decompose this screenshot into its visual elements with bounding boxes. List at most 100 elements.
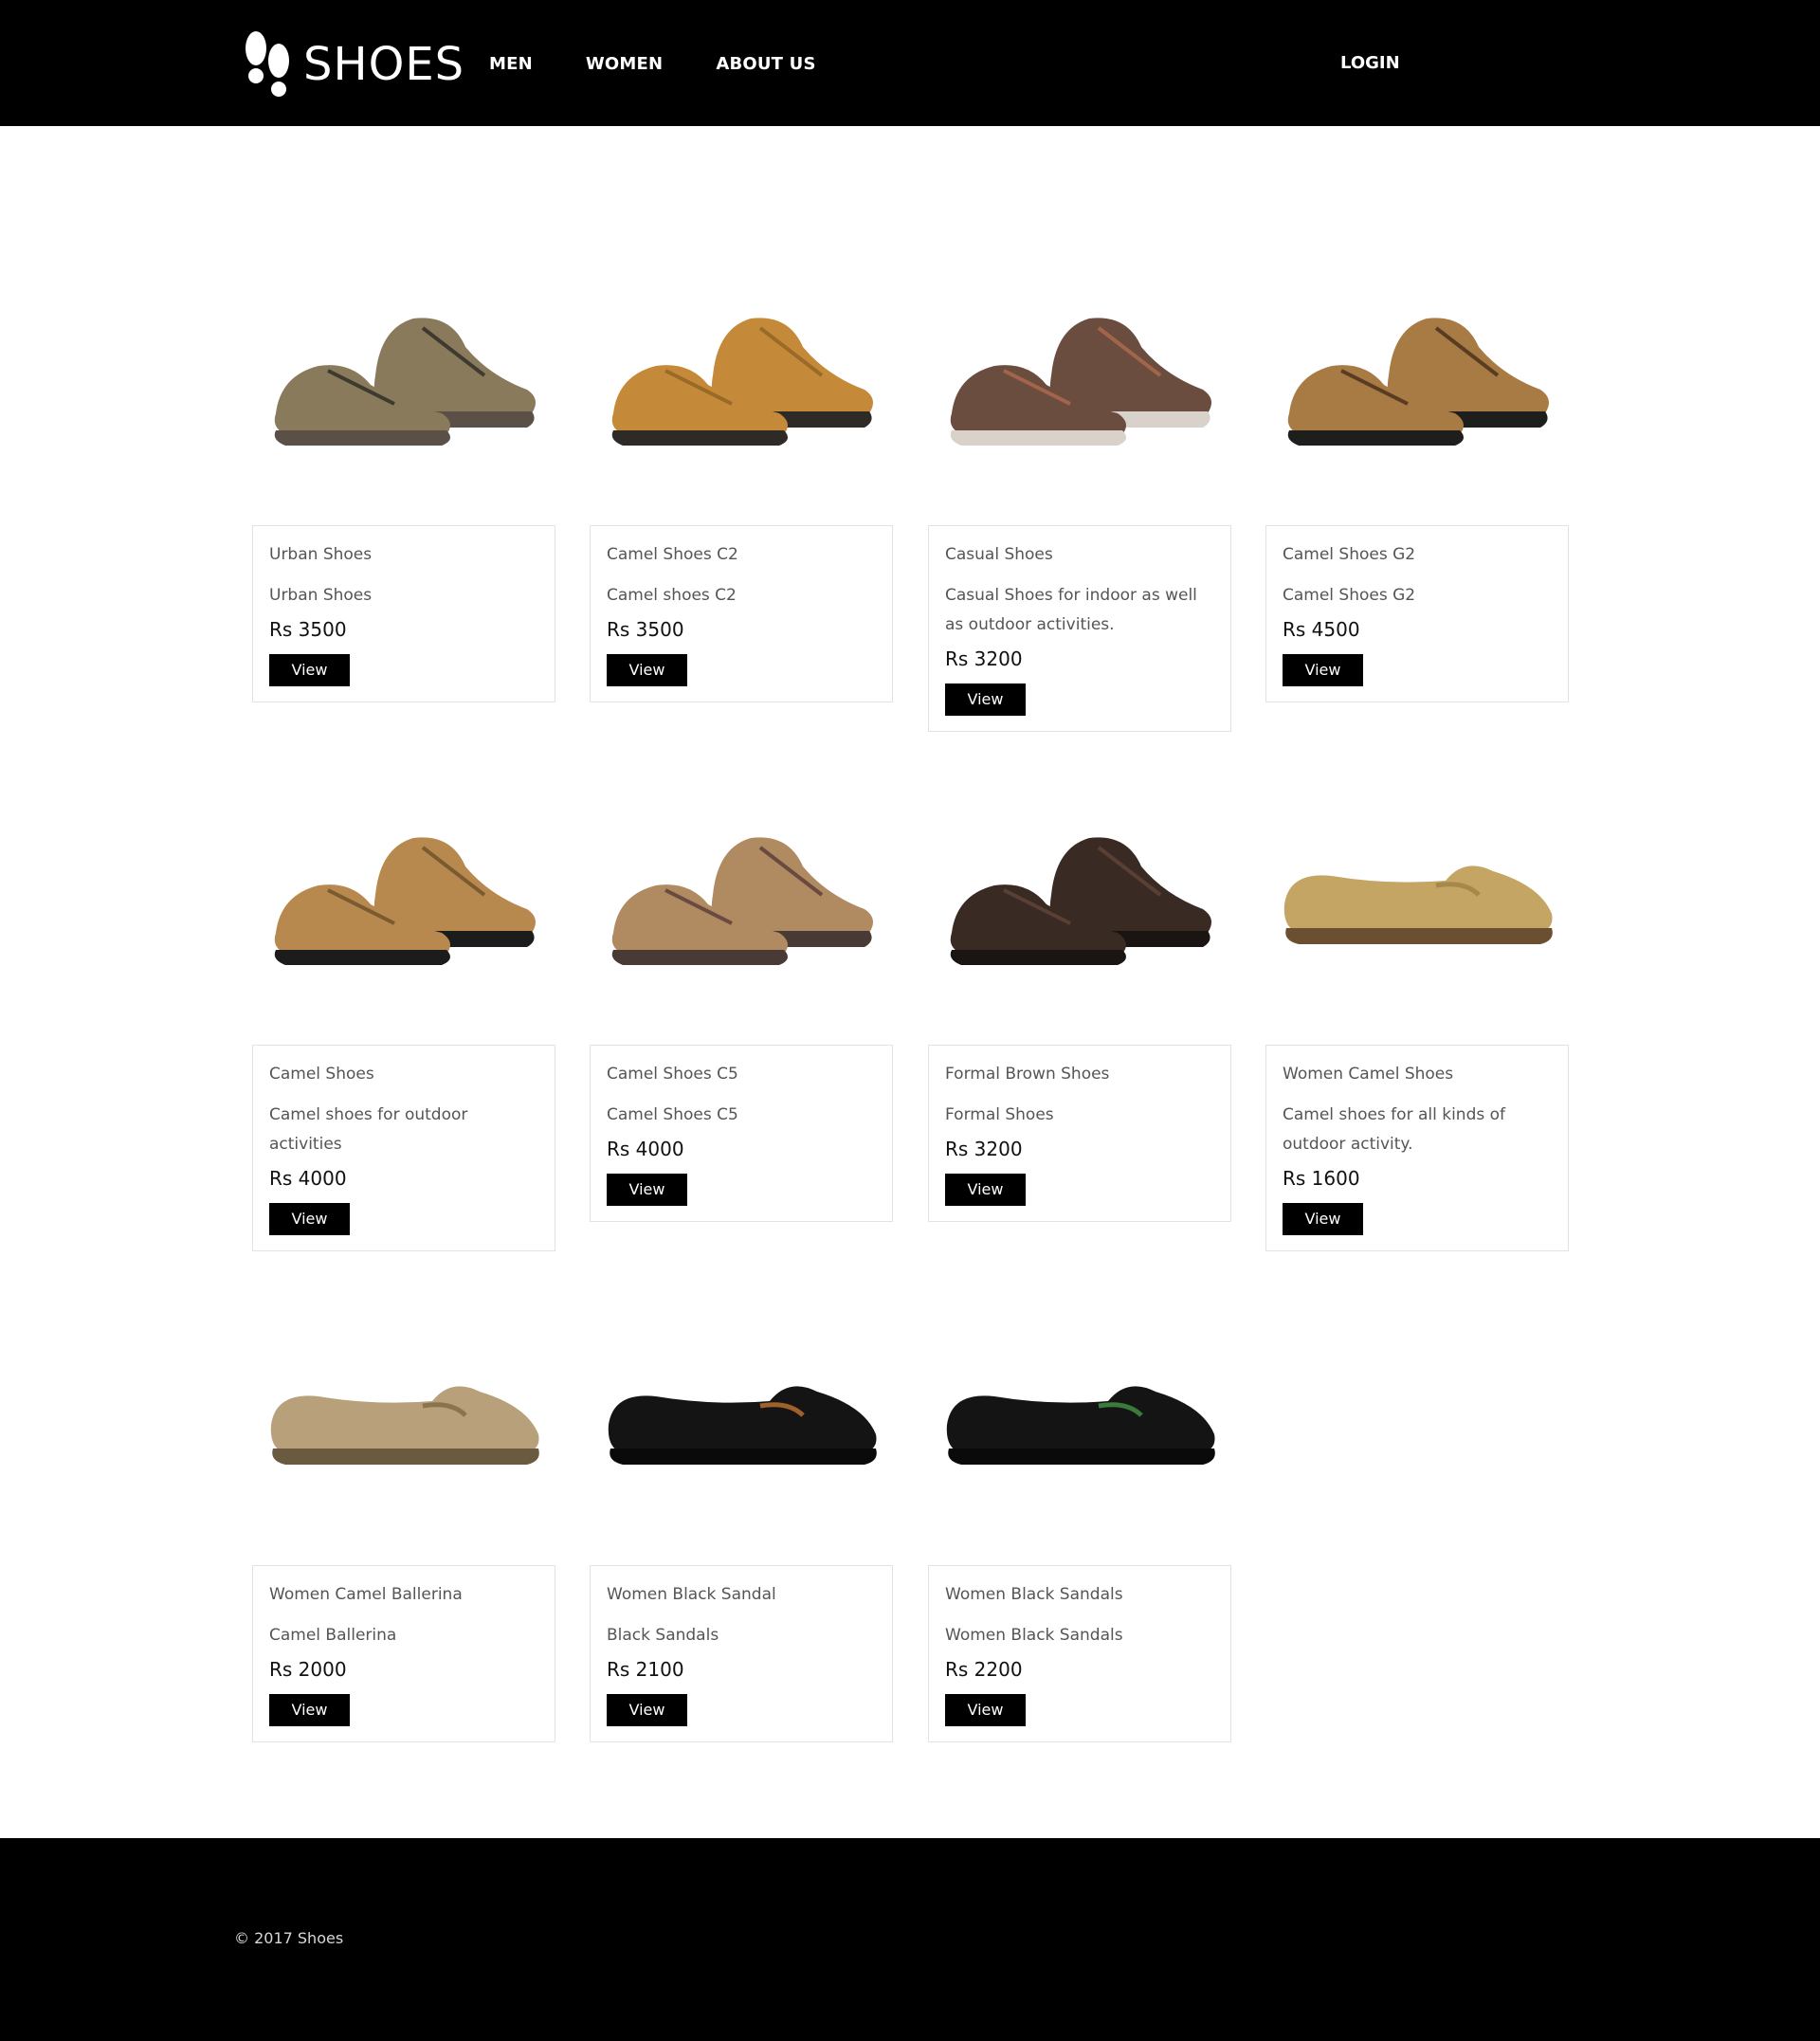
product-description: Camel shoes for all kinds of outdoor act… bbox=[1283, 1105, 1506, 1154]
main-nav: MEN WOMEN ABOUT US bbox=[489, 54, 869, 74]
view-button[interactable]: View bbox=[945, 1694, 1026, 1726]
product-title: Women Black Sandal bbox=[607, 1585, 776, 1604]
product-description: Camel shoes C2 bbox=[607, 586, 737, 605]
shoe-illustration bbox=[1283, 866, 1553, 944]
camel-shoes-image[interactable] bbox=[252, 734, 555, 1037]
view-button[interactable]: View bbox=[607, 1694, 687, 1726]
product-card: Camel Shoes G2 Camel Shoes G2 Rs 4500 Vi… bbox=[1265, 214, 1569, 702]
view-button[interactable]: View bbox=[607, 654, 687, 686]
shoe-illustration bbox=[274, 837, 536, 965]
product-title: Camel Shoes G2 bbox=[1283, 545, 1416, 564]
camel-shoes-g2-image[interactable] bbox=[1265, 214, 1569, 518]
product-price: Rs 4000 bbox=[607, 1138, 684, 1160]
shoe-illustration bbox=[950, 318, 1211, 446]
urban-shoes-image[interactable] bbox=[252, 214, 555, 518]
product-info: Urban Shoes Urban Shoes Rs 3500 View bbox=[252, 525, 555, 702]
product-title: Camel Shoes C5 bbox=[607, 1065, 738, 1084]
site-header: SHOES MEN WOMEN ABOUT US LOGIN bbox=[0, 0, 1820, 126]
product-title: Women Black Sandals bbox=[945, 1585, 1123, 1604]
product-card: Women Black Sandals Women Black Sandals … bbox=[928, 1254, 1231, 1742]
product-info: Formal Brown Shoes Formal Shoes Rs 3200 … bbox=[928, 1045, 1231, 1222]
product-card: Women Camel Ballerina Camel Ballerina Rs… bbox=[252, 1254, 555, 1742]
product-price: Rs 3500 bbox=[607, 618, 684, 641]
product-description: Camel Shoes C5 bbox=[607, 1105, 738, 1124]
product-title: Women Camel Ballerina bbox=[269, 1585, 463, 1604]
product-card: Camel Shoes C5 Camel Shoes C5 Rs 4000 Vi… bbox=[590, 734, 893, 1222]
shoe-illustration bbox=[611, 837, 873, 965]
product-description: Formal Shoes bbox=[945, 1105, 1054, 1124]
product-info: Camel Shoes Camel shoes for outdoor acti… bbox=[252, 1045, 555, 1251]
product-title: Camel Shoes bbox=[269, 1065, 374, 1084]
product-card: Camel Shoes Camel shoes for outdoor acti… bbox=[252, 734, 555, 1251]
view-button[interactable]: View bbox=[1283, 654, 1363, 686]
page: SHOES MEN WOMEN ABOUT US LOGIN Urban Sho… bbox=[0, 0, 1820, 2041]
product-info: Women Camel Shoes Camel shoes for all ki… bbox=[1265, 1045, 1569, 1251]
women-camel-ballerina-image[interactable] bbox=[252, 1254, 555, 1558]
shoe-illustration bbox=[1287, 318, 1549, 446]
product-card: Camel Shoes C2 Camel shoes C2 Rs 3500 Vi… bbox=[590, 214, 893, 702]
product-price: Rs 2100 bbox=[607, 1658, 684, 1681]
product-card: Casual Shoes Casual Shoes for indoor as … bbox=[928, 214, 1231, 732]
camel-shoes-c5-image[interactable] bbox=[590, 734, 893, 1037]
view-button[interactable]: View bbox=[269, 1694, 350, 1726]
shoe-illustration bbox=[950, 837, 1211, 965]
product-title: Formal Brown Shoes bbox=[945, 1065, 1110, 1084]
view-button[interactable]: View bbox=[607, 1174, 687, 1206]
site-footer: © 2017 Shoes bbox=[0, 1838, 1820, 2041]
product-title: Camel Shoes C2 bbox=[607, 545, 738, 564]
nav-item-women[interactable]: WOMEN bbox=[586, 54, 663, 74]
product-price: Rs 3200 bbox=[945, 647, 1023, 670]
product-price: Rs 3500 bbox=[269, 618, 347, 641]
shoe-illustration bbox=[611, 318, 873, 446]
nav-item-men[interactable]: MEN bbox=[489, 54, 533, 74]
product-description: Camel shoes for outdoor activities bbox=[269, 1105, 468, 1154]
product-info: Camel Shoes C2 Camel shoes C2 Rs 3500 Vi… bbox=[590, 525, 893, 702]
logo-text: SHOES bbox=[303, 38, 465, 91]
women-black-sandals-image[interactable] bbox=[928, 1254, 1231, 1558]
view-button[interactable]: View bbox=[269, 654, 350, 686]
product-card: Women Camel Shoes Camel shoes for all ki… bbox=[1265, 734, 1569, 1251]
view-button[interactable]: View bbox=[945, 683, 1026, 716]
product-card: Women Black Sandal Black Sandals Rs 2100… bbox=[590, 1254, 893, 1742]
women-black-sandal-image[interactable] bbox=[590, 1254, 893, 1558]
product-description: Urban Shoes bbox=[269, 586, 373, 605]
product-description: Camel Ballerina bbox=[269, 1626, 397, 1645]
camel-shoes-c2-image[interactable] bbox=[590, 214, 893, 518]
product-price: Rs 4500 bbox=[1283, 618, 1360, 641]
product-price: Rs 4000 bbox=[269, 1167, 347, 1190]
product-info: Casual Shoes Casual Shoes for indoor as … bbox=[928, 525, 1231, 732]
product-title: Casual Shoes bbox=[945, 545, 1053, 564]
product-info: Women Black Sandal Black Sandals Rs 2100… bbox=[590, 1565, 893, 1742]
product-price: Rs 2200 bbox=[945, 1658, 1023, 1681]
product-info: Camel Shoes C5 Camel Shoes C5 Rs 4000 Vi… bbox=[590, 1045, 893, 1222]
shoe-illustration bbox=[274, 318, 536, 446]
product-price: Rs 3200 bbox=[945, 1138, 1023, 1160]
product-card: Formal Brown Shoes Formal Shoes Rs 3200 … bbox=[928, 734, 1231, 1222]
product-title: Women Camel Shoes bbox=[1283, 1065, 1454, 1084]
product-description: Casual Shoes for indoor as well as outdo… bbox=[945, 586, 1197, 634]
product-price: Rs 1600 bbox=[1283, 1167, 1360, 1190]
product-description: Black Sandals bbox=[607, 1626, 719, 1645]
product-info: Women Camel Ballerina Camel Ballerina Rs… bbox=[252, 1565, 555, 1742]
copyright-text: © 2017 Shoes bbox=[234, 1929, 344, 1947]
view-button[interactable]: View bbox=[269, 1203, 350, 1235]
shoe-illustration bbox=[608, 1386, 877, 1465]
footprints-icon bbox=[246, 31, 289, 97]
casual-shoes-image[interactable] bbox=[928, 214, 1231, 518]
shoe-illustration bbox=[270, 1386, 539, 1465]
product-description: Camel Shoes G2 bbox=[1283, 586, 1416, 605]
nav-item-about-us[interactable]: ABOUT US bbox=[716, 54, 815, 74]
shoe-illustration bbox=[946, 1386, 1215, 1465]
logo-link[interactable]: SHOES bbox=[239, 27, 464, 102]
product-description: Women Black Sandals bbox=[945, 1626, 1123, 1645]
formal-brown-shoes-image[interactable] bbox=[928, 734, 1231, 1037]
view-button[interactable]: View bbox=[1283, 1203, 1363, 1235]
women-camel-shoes-image[interactable] bbox=[1265, 734, 1569, 1037]
product-info: Camel Shoes G2 Camel Shoes G2 Rs 4500 Vi… bbox=[1265, 525, 1569, 702]
view-button[interactable]: View bbox=[945, 1174, 1026, 1206]
product-price: Rs 2000 bbox=[269, 1658, 347, 1681]
product-info: Women Black Sandals Women Black Sandals … bbox=[928, 1565, 1231, 1742]
product-title: Urban Shoes bbox=[269, 545, 373, 564]
login-link[interactable]: LOGIN bbox=[1340, 53, 1400, 73]
product-card: Urban Shoes Urban Shoes Rs 3500 View bbox=[252, 214, 555, 702]
